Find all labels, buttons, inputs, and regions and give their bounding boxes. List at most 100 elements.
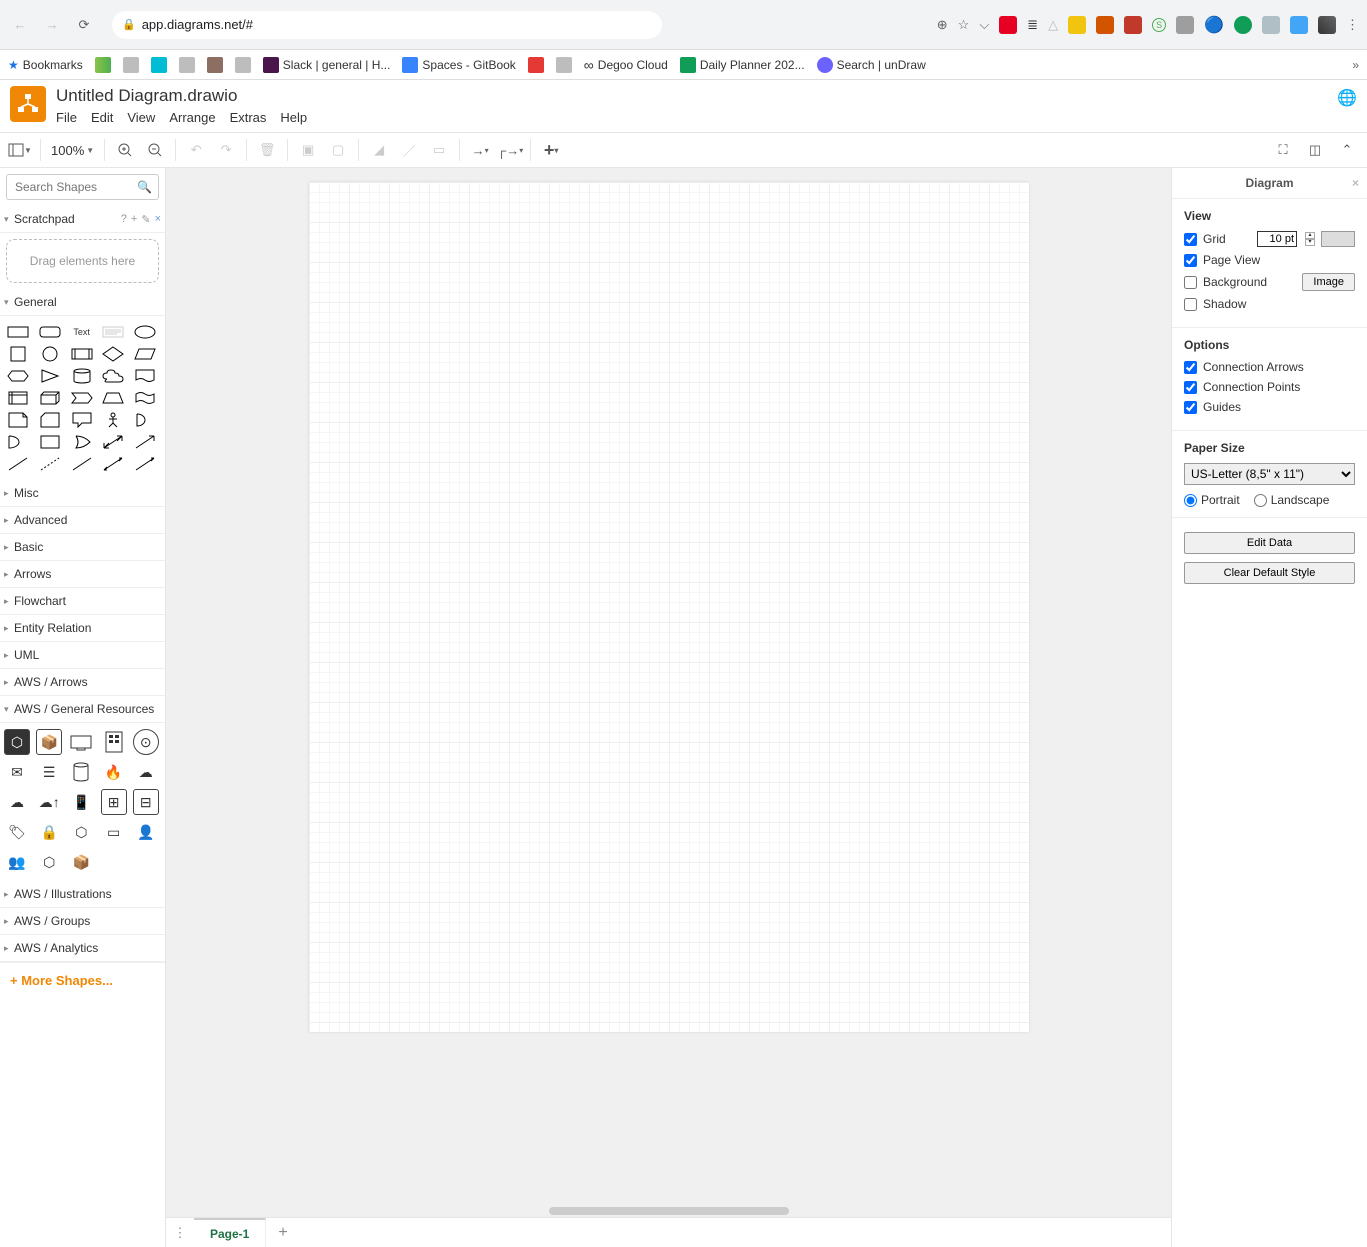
shape-line2[interactable] xyxy=(68,454,96,474)
menu-file[interactable]: File xyxy=(56,110,77,125)
section-flowchart[interactable]: ▸Flowchart xyxy=(0,588,165,615)
overflow-icon[interactable]: ⋮ xyxy=(1346,17,1359,33)
grid-size-down[interactable]: ▾ xyxy=(1305,239,1315,246)
aws-shape-11[interactable]: ☁ xyxy=(4,789,30,815)
shape-note[interactable] xyxy=(4,410,32,430)
pocket-icon[interactable]: ⌵ xyxy=(979,17,989,33)
scratchpad-help-icon[interactable]: ? xyxy=(121,213,127,226)
section-uml[interactable]: ▸UML xyxy=(0,642,165,669)
shape-arrow[interactable] xyxy=(131,432,159,452)
shape-callout[interactable] xyxy=(68,410,96,430)
aws-shape-21[interactable]: 👥 xyxy=(4,849,30,875)
bookmarks-overflow[interactable]: » xyxy=(1352,58,1359,72)
aws-shape-16[interactable]: 🏷 xyxy=(4,819,30,845)
collapse-button[interactable]: ⌃ xyxy=(1333,136,1361,164)
grid-size-input[interactable] xyxy=(1257,231,1297,247)
section-arrows[interactable]: ▸Arrows xyxy=(0,561,165,588)
shadow-checkbox[interactable] xyxy=(1184,298,1197,311)
section-advanced[interactable]: ▸Advanced xyxy=(0,507,165,534)
shape-textbox[interactable] xyxy=(99,322,127,342)
bookmark-fav-1[interactable] xyxy=(95,57,111,73)
clear-style-button[interactable]: Clear Default Style xyxy=(1184,562,1355,584)
shape-internal-storage[interactable] xyxy=(4,388,32,408)
shape-parallelogram[interactable] xyxy=(131,344,159,364)
scratchpad-header[interactable]: ▾ Scratchpad ? + ✎ × xyxy=(0,206,165,233)
bookmark-fav-8[interactable] xyxy=(556,57,572,73)
delete-button[interactable]: 🗑 xyxy=(253,136,281,164)
menu-view[interactable]: View xyxy=(127,110,155,125)
scratchpad-add-icon[interactable]: + xyxy=(131,213,137,226)
aws-shape-23[interactable]: 📦 xyxy=(68,849,94,875)
tab-page-1[interactable]: Page-1 xyxy=(194,1218,266,1247)
app-logo[interactable] xyxy=(10,86,46,122)
redo-button[interactable]: ↷ xyxy=(212,136,240,164)
grid-size-up[interactable]: ▴ xyxy=(1305,232,1315,239)
shape-dashed[interactable] xyxy=(36,454,64,474)
search-icon[interactable]: 🔍 xyxy=(137,180,152,194)
tab-menu-button[interactable]: ⋮ xyxy=(166,1225,194,1241)
menu-arrange[interactable]: Arrange xyxy=(169,110,215,125)
reload-button[interactable]: ⟳ xyxy=(72,13,96,37)
shape-and[interactable] xyxy=(36,432,64,452)
globe-icon[interactable]: 🌐 xyxy=(1337,88,1357,108)
ext-icon-2[interactable] xyxy=(1096,16,1114,34)
menu-edit[interactable]: Edit xyxy=(91,110,113,125)
ext-icon-4[interactable]: S xyxy=(1152,18,1166,32)
section-aws-groups[interactable]: ▸AWS / Groups xyxy=(0,908,165,935)
paper-size-select[interactable]: US-Letter (8,5" x 11") xyxy=(1184,463,1355,485)
fill-button[interactable]: ◢ xyxy=(365,136,393,164)
pageview-checkbox[interactable] xyxy=(1184,254,1197,267)
shape-or[interactable] xyxy=(4,432,32,452)
shape-diamond[interactable] xyxy=(99,344,127,364)
shape-data-storage[interactable] xyxy=(68,432,96,452)
shape-triangle[interactable] xyxy=(36,366,64,386)
shape-half-circle[interactable] xyxy=(131,410,159,430)
shape-trapezoid[interactable] xyxy=(99,388,127,408)
aws-shape-2[interactable]: 📦 xyxy=(36,729,62,755)
bookmark-slack[interactable]: Slack | general | H... xyxy=(263,57,391,73)
aws-shape-22[interactable]: ⬡ xyxy=(36,849,62,875)
canvas[interactable] xyxy=(166,168,1171,1217)
landscape-radio[interactable] xyxy=(1254,494,1267,507)
aws-shape-12[interactable]: ☁↑ xyxy=(36,789,62,815)
bookmark-gitbook[interactable]: Spaces - GitBook xyxy=(402,57,515,73)
section-aws-illustrations[interactable]: ▸AWS / Illustrations xyxy=(0,881,165,908)
forward-button[interactable]: → xyxy=(40,13,64,37)
aws-shape-1[interactable]: ⬡ xyxy=(4,729,30,755)
aws-shape-18[interactable]: ⬡ xyxy=(68,819,94,845)
ext-icon-8[interactable] xyxy=(1290,16,1308,34)
zoom-out-button[interactable] xyxy=(141,136,169,164)
shape-ellipse[interactable] xyxy=(131,322,159,342)
page-surface[interactable] xyxy=(309,182,1029,1032)
aws-shape-3[interactable] xyxy=(68,729,94,755)
aws-shape-7[interactable]: ☰ xyxy=(36,759,62,785)
section-aws-general[interactable]: ▾AWS / General Resources xyxy=(0,696,165,723)
search-input[interactable] xyxy=(6,174,159,200)
url-bar[interactable]: 🔒 app.diagrams.net/# xyxy=(112,11,662,39)
connection-button[interactable]: → ▾ xyxy=(466,136,494,164)
add-page-button[interactable]: + xyxy=(266,1224,299,1242)
shape-card[interactable] xyxy=(36,410,64,430)
avatar-icon[interactable] xyxy=(1318,16,1336,34)
shape-step[interactable] xyxy=(68,388,96,408)
bookmark-degoo[interactable]: ∞Degoo Cloud xyxy=(584,57,668,73)
shape-bidir2[interactable] xyxy=(99,454,127,474)
bookmark-planner[interactable]: Daily Planner 202... xyxy=(680,57,805,73)
panel-close-icon[interactable]: × xyxy=(1352,176,1359,190)
fullscreen-button[interactable]: ⛶ xyxy=(1269,136,1297,164)
menu-extras[interactable]: Extras xyxy=(230,110,267,125)
sidebar-toggle-button[interactable]: ▼ xyxy=(6,136,34,164)
zoom-in-button[interactable] xyxy=(111,136,139,164)
section-aws-arrows[interactable]: ▸AWS / Arrows xyxy=(0,669,165,696)
scratchpad-edit-icon[interactable]: ✎ xyxy=(141,213,150,226)
aws-shape-8[interactable] xyxy=(68,759,94,785)
shape-tape[interactable] xyxy=(131,388,159,408)
line-button[interactable]: ／ xyxy=(395,136,423,164)
more-shapes-button[interactable]: + More Shapes... xyxy=(0,962,165,998)
portrait-radio[interactable] xyxy=(1184,494,1197,507)
conn-arrows-checkbox[interactable] xyxy=(1184,361,1197,374)
ext-icon-7[interactable] xyxy=(1262,16,1280,34)
aws-shape-6[interactable]: ✉ xyxy=(4,759,30,785)
aws-shape-5[interactable]: ⊙ xyxy=(133,729,159,755)
shape-hexagon[interactable] xyxy=(4,366,32,386)
